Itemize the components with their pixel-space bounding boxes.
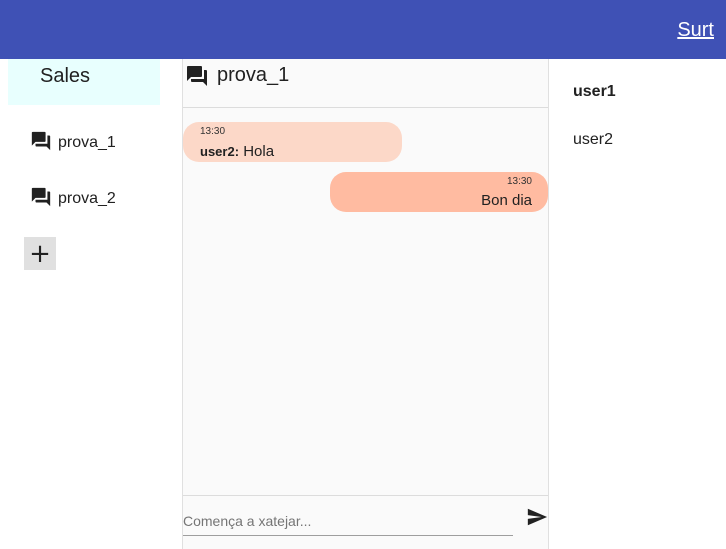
message-outgoing: 13:30 Bon dia <box>330 172 548 212</box>
message-text: Bon dia <box>481 192 532 209</box>
room-label: prova_2 <box>58 190 116 207</box>
users-panel: user1 user2 <box>550 59 726 549</box>
user-item: user2 <box>573 131 614 148</box>
message-time: 13:30 <box>200 126 226 137</box>
rooms-sidebar: Sales prova_1 prova_2 + <box>0 59 170 549</box>
message-time: 13:30 <box>506 176 532 187</box>
chat-panel: prova_1 13:30 user2: Hola 13:30 Bon dia <box>182 59 549 549</box>
message-text: Hola <box>243 143 275 160</box>
message-composer <box>183 495 548 536</box>
send-icon <box>526 508 548 531</box>
message-body: user2: Hola <box>200 143 274 160</box>
message-input[interactable] <box>183 506 513 536</box>
forum-icon <box>30 130 52 157</box>
sidebar-header: Sales <box>8 59 160 105</box>
chat-room-title: prova_1 <box>217 64 290 86</box>
top-app-bar: Surt <box>0 0 726 59</box>
send-button[interactable] <box>525 506 549 530</box>
add-room-button[interactable]: + <box>24 237 56 270</box>
logout-link[interactable]: Surt <box>677 19 714 42</box>
room-item-prova-2[interactable]: prova_2 <box>30 185 116 213</box>
room-item-prova-1[interactable]: prova_1 <box>30 129 116 157</box>
room-label: prova_1 <box>58 134 116 151</box>
user-item: user1 <box>573 83 616 100</box>
message-sender: user2: <box>200 144 240 159</box>
forum-icon <box>30 186 52 213</box>
message-incoming: 13:30 user2: Hola <box>183 122 402 162</box>
sidebar-title: Sales <box>40 65 91 87</box>
chat-header: prova_1 <box>183 59 548 108</box>
